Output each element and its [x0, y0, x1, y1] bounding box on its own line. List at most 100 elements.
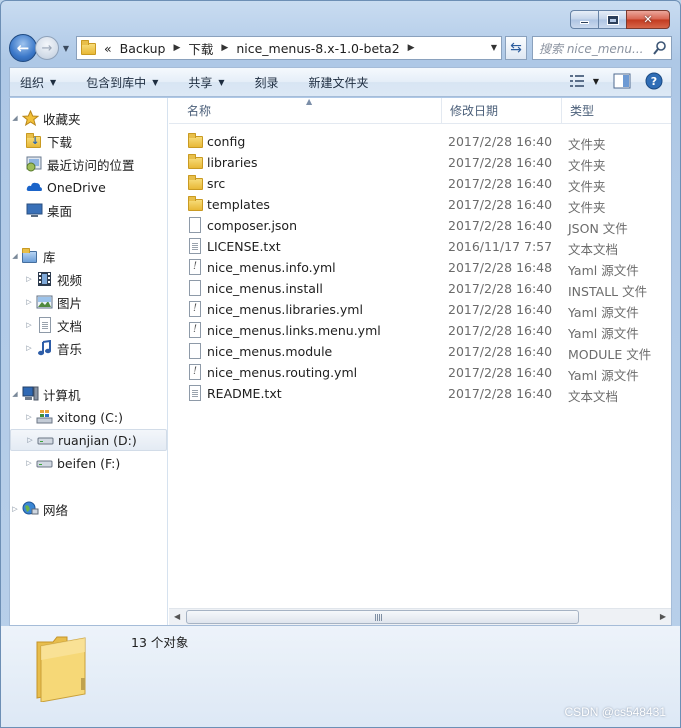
expand-arrow-icon[interactable]: ◢	[10, 390, 20, 398]
file-row[interactable]: LICENSE.txt 2016/11/17 7:57 文本文档	[179, 236, 679, 257]
sidebar-item-label: 最近访问的位置	[47, 157, 135, 173]
file-type: JSON 文件	[568, 221, 628, 236]
file-row[interactable]: ! nice_menus.links.menu.yml 2017/2/28 16:4…	[179, 320, 679, 341]
sidebar-item-pictures[interactable]: ▷ 图片	[10, 291, 167, 313]
recent-pages-dropdown[interactable]: ▼	[60, 44, 72, 53]
sidebar-item-label: ruanjian (D:)	[58, 432, 137, 448]
address-dropdown-icon[interactable]: ▼	[491, 43, 497, 52]
sidebar-item-drive-c[interactable]: ▷ xitong (C:)	[10, 406, 167, 428]
sidebar-item-onedrive[interactable]: OneDrive	[10, 176, 167, 198]
chevron-right-icon[interactable]: ▶	[408, 43, 415, 53]
preview-pane-icon[interactable]	[613, 73, 631, 89]
collapse-arrow-icon[interactable]: ▷	[10, 505, 20, 513]
collapse-arrow-icon[interactable]: ▷	[24, 275, 34, 283]
breadcrumb-downloads[interactable]: 下载	[188, 39, 213, 58]
sidebar-item-videos[interactable]: ▷ 视频	[10, 268, 167, 290]
file-row[interactable]: ! nice_menus.routing.yml 2017/2/28 16:40 Ya…	[179, 362, 679, 383]
back-arrow-icon: ←	[16, 39, 30, 57]
file-row[interactable]: README.txt 2017/2/28 16:40 文本文档	[179, 383, 679, 404]
scroll-left-icon[interactable]: ◀	[174, 612, 180, 621]
burn-label: 刻录	[254, 75, 279, 90]
column-header-date[interactable]: 修改日期	[442, 98, 562, 124]
yaml-file-icon: !	[188, 259, 203, 276]
file-row[interactable]: nice_menus.module 2017/2/28 16:40 MODULE 文…	[179, 341, 679, 362]
file-name: LICENSE.txt	[207, 239, 281, 254]
sidebar-item-label: beifen (F:)	[57, 455, 121, 471]
collapse-arrow-icon[interactable]: ▷	[24, 413, 34, 421]
sidebar-item-label: 下载	[47, 134, 73, 150]
collapse-arrow-icon[interactable]: ▷	[24, 344, 34, 352]
minimize-button[interactable]	[570, 10, 598, 29]
search-icon[interactable]	[653, 40, 667, 56]
yaml-file-icon: !	[188, 301, 203, 318]
scroll-right-icon[interactable]: ▶	[660, 612, 666, 621]
breadcrumb-backup[interactable]: Backup	[120, 41, 166, 56]
collapse-arrow-icon[interactable]: ▷	[24, 321, 34, 329]
sidebar-network[interactable]: ▷ 网络	[10, 498, 167, 520]
column-name-label: 名称	[187, 104, 212, 118]
view-options-button[interactable]: ▼	[569, 74, 599, 88]
burn-button[interactable]: 刻录	[255, 74, 279, 91]
file-type: 文本文档	[568, 242, 619, 257]
sidebar-item-recent-places[interactable]: 最近访问的位置	[10, 153, 167, 175]
sidebar-item-desktop[interactable]: 桌面	[10, 199, 167, 221]
maximize-button[interactable]	[598, 10, 626, 29]
folder-icon	[188, 154, 203, 171]
sidebar-item-label: 网络	[43, 502, 69, 518]
file-row[interactable]: nice_menus.install 2017/2/28 16:40 INSTALL…	[179, 278, 679, 299]
scrollbar-thumb[interactable]	[186, 610, 579, 624]
document-icon	[188, 343, 203, 360]
sidebar-item-downloads[interactable]: ↓ 下载	[10, 130, 167, 152]
close-button[interactable]: ✕	[626, 10, 670, 29]
chevron-right-icon[interactable]: ▶	[221, 43, 228, 53]
new-folder-button[interactable]: 新建文件夹	[309, 74, 369, 91]
file-row[interactable]: config 2017/2/28 16:40 文件夹	[179, 131, 679, 152]
collapse-arrow-icon[interactable]: ▷	[24, 459, 34, 467]
sidebar-item-documents[interactable]: ▷ 文档	[10, 314, 167, 336]
file-row[interactable]: ! nice_menus.libraries.yml 2017/2/28 16:40…	[179, 299, 679, 320]
sidebar-item-drive-f[interactable]: ▷ beifen (F:)	[10, 452, 167, 474]
command-bar: 组织 ▼ 包含到库中 ▼ 共享 ▼ 刻录 新建文件夹 ▼ ?	[9, 67, 672, 97]
breadcrumb-overflow[interactable]: «	[104, 41, 112, 56]
column-header-type[interactable]: 类型	[562, 98, 672, 124]
sidebar-item-music[interactable]: ▷ 音乐	[10, 337, 167, 359]
folder-icon	[188, 196, 203, 213]
file-row[interactable]: libraries 2017/2/28 16:40 文件夹	[179, 152, 679, 173]
organize-button[interactable]: 组织 ▼	[20, 74, 56, 91]
file-row[interactable]: composer.json 2017/2/28 16:40 JSON 文件	[179, 215, 679, 236]
column-type-label: 类型	[570, 104, 595, 118]
refresh-button[interactable]: ⇆	[505, 36, 527, 60]
library-icon	[22, 248, 39, 264]
collapse-arrow-icon[interactable]: ▷	[24, 298, 34, 306]
file-row[interactable]: src 2017/2/28 16:40 文件夹	[179, 173, 679, 194]
collapse-arrow-icon[interactable]: ▷	[25, 436, 35, 444]
horizontal-scrollbar[interactable]: ◀ ▶	[169, 608, 671, 625]
text-document-icon	[188, 238, 203, 255]
chevron-right-icon[interactable]: ▶	[173, 43, 180, 53]
file-date: 2017/2/28 16:40	[448, 344, 553, 359]
file-type: 文件夹	[568, 137, 606, 152]
file-type: 文件夹	[568, 200, 606, 215]
sidebar-computer[interactable]: ◢ 计算机	[10, 383, 167, 405]
help-icon[interactable]: ?	[645, 72, 663, 90]
sidebar-libraries[interactable]: ◢ 库	[10, 245, 167, 267]
include-in-library-button[interactable]: 包含到库中 ▼	[86, 74, 158, 91]
file-type: Yaml 源文件	[568, 368, 639, 383]
close-icon: ✕	[643, 13, 653, 26]
breadcrumb-current-folder[interactable]: nice_menus-8.x-1.0-beta2	[236, 41, 399, 56]
file-date: 2017/2/28 16:40	[448, 281, 553, 296]
address-bar[interactable]: « Backup ▶ 下载 ▶ nice_menus-8.x-1.0-beta2…	[76, 36, 502, 60]
column-header-name[interactable]: 名称	[179, 98, 442, 124]
expand-arrow-icon[interactable]: ◢	[10, 114, 20, 122]
sidebar-item-drive-d[interactable]: ▷ ruanjian (D:)	[10, 429, 167, 451]
file-row[interactable]: ! nice_menus.info.yml 2017/2/28 16:48 Yaml …	[179, 257, 679, 278]
back-button[interactable]: ←	[9, 34, 37, 62]
expand-arrow-icon[interactable]: ◢	[10, 252, 20, 260]
forward-button[interactable]: →	[35, 36, 59, 60]
search-input[interactable]: 搜索 nice_menu...	[532, 36, 672, 60]
sidebar-favorites[interactable]: ◢ 收藏夹	[10, 107, 167, 129]
column-headers: ▲ 名称 修改日期 类型	[169, 97, 672, 124]
folder-icon	[188, 133, 203, 150]
share-button[interactable]: 共享 ▼	[188, 74, 224, 91]
file-row[interactable]: templates 2017/2/28 16:40 文件夹	[179, 194, 679, 215]
